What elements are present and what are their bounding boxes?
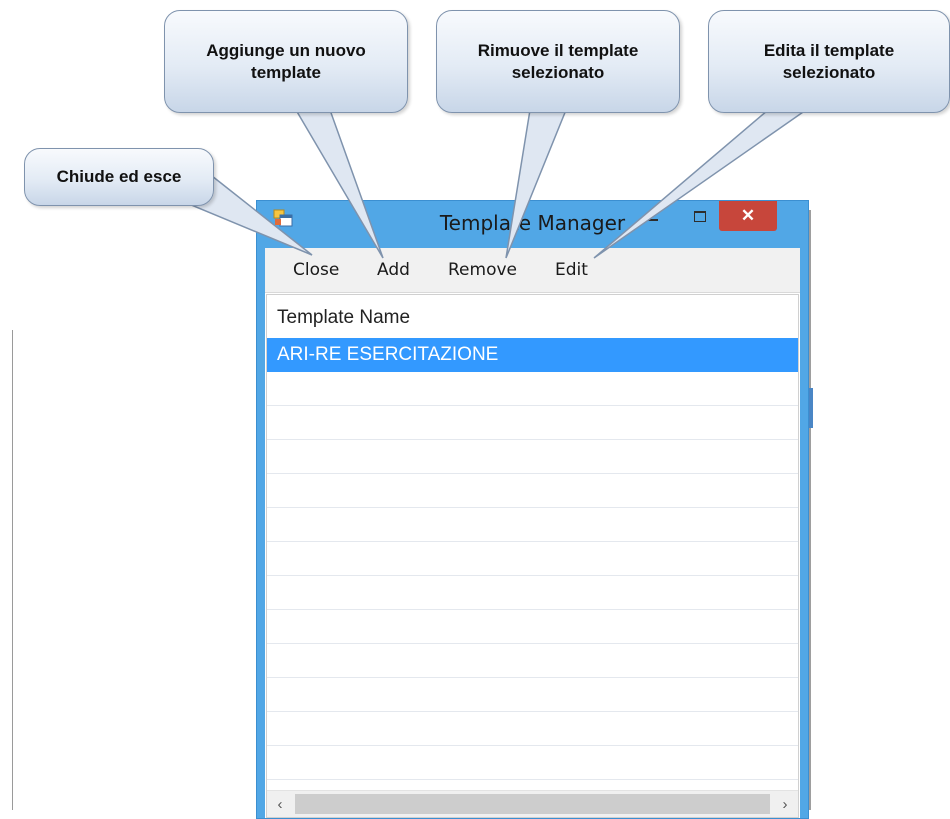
menu-bar: Close Add Remove Edit: [265, 248, 800, 293]
minimize-button[interactable]: [633, 203, 673, 229]
callout-remove: Rimuove il template selezionato: [436, 10, 680, 113]
scroll-right-icon[interactable]: ›: [774, 793, 796, 815]
template-list[interactable]: Template Name ARI-RE ESERCITAZIONE ‹ ›: [266, 294, 799, 818]
title-bar[interactable]: Template Manager ✕: [257, 201, 808, 247]
callout-edit-line2: selezionato: [782, 62, 876, 82]
list-item[interactable]: ARI-RE ESERCITAZIONE: [267, 338, 798, 372]
list-item[interactable]: [267, 508, 798, 542]
background-window-edge: [809, 210, 811, 810]
list-item[interactable]: [267, 372, 798, 406]
template-rows: ARI-RE ESERCITAZIONE: [267, 338, 798, 780]
callout-add: Aggiunge un nuovo template: [164, 10, 408, 113]
background-window-accent: [809, 388, 813, 428]
list-item[interactable]: [267, 542, 798, 576]
list-item[interactable]: [267, 576, 798, 610]
menu-edit[interactable]: Edit: [555, 260, 588, 280]
list-item[interactable]: [267, 712, 798, 746]
menu-close[interactable]: Close: [293, 260, 339, 280]
callout-close-text: Chiude ed esce: [56, 167, 182, 186]
window-close-button[interactable]: ✕: [719, 201, 777, 231]
close-icon: ✕: [740, 206, 756, 225]
list-item[interactable]: [267, 406, 798, 440]
list-item[interactable]: [267, 678, 798, 712]
list-item[interactable]: [267, 644, 798, 678]
minimize-icon: [648, 219, 658, 221]
maximize-icon: [694, 210, 706, 222]
left-edge-rule: [12, 330, 13, 810]
callout-remove-line2: selezionato: [511, 62, 605, 82]
template-manager-window: Template Manager ✕ Close Add Remove Edit…: [256, 200, 809, 819]
callout-add-line2: template: [251, 62, 321, 82]
scrollbar-thumb[interactable]: [295, 794, 770, 814]
column-header-template-name[interactable]: Template Name: [277, 307, 410, 329]
menu-remove[interactable]: Remove: [448, 260, 517, 280]
callout-close: Chiude ed esce: [24, 148, 214, 206]
menu-add[interactable]: Add: [377, 260, 410, 280]
callout-edit: Edita il template selezionato: [708, 10, 950, 113]
window-client-area: Close Add Remove Edit Template Name ARI-…: [265, 248, 800, 818]
list-item[interactable]: [267, 474, 798, 508]
callout-add-line1: Aggiunge un nuovo: [206, 40, 366, 60]
scroll-left-icon[interactable]: ‹: [269, 793, 291, 815]
list-item[interactable]: [267, 610, 798, 644]
callout-remove-line1: Rimuove il template: [477, 40, 639, 60]
maximize-button[interactable]: [680, 203, 720, 229]
list-item[interactable]: [267, 440, 798, 474]
horizontal-scrollbar[interactable]: ‹ ›: [267, 790, 798, 817]
list-item[interactable]: [267, 746, 798, 780]
callout-edit-line1: Edita il template: [763, 40, 895, 60]
